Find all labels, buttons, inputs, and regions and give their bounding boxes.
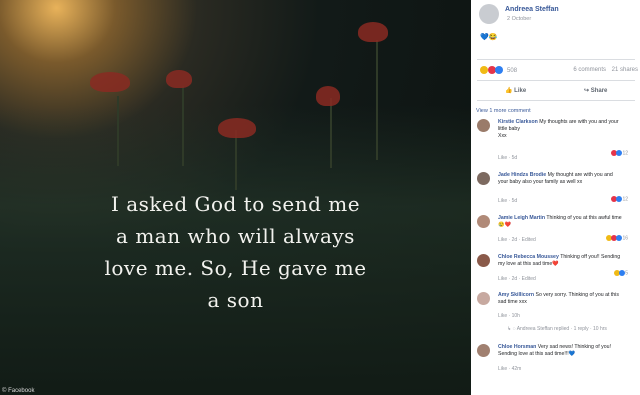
post-side-panel: Andreea Steffan 2 October 💙😂 508 6 comme… <box>471 0 640 395</box>
commenter-name[interactable]: Amy Skillicorn <box>498 292 534 298</box>
poppy-flower <box>316 86 340 106</box>
share-label: Share <box>590 88 608 94</box>
comment-body: Kirstie Clarkson My thoughts are with yo… <box>498 119 622 141</box>
reaction-count: 12 <box>622 150 628 157</box>
image-credit: © Facebook <box>2 388 35 394</box>
like-button[interactable]: 👍 Like <box>505 87 526 94</box>
poppy-flower <box>218 118 256 138</box>
reply-summary: Andreea Steffan replied · 1 reply · 10 h… <box>516 326 607 332</box>
poppy-flower <box>166 70 192 88</box>
commenter-avatar[interactable] <box>477 215 490 228</box>
comment-meta[interactable]: Like · 10h <box>498 313 520 319</box>
commenter-avatar[interactable] <box>477 172 490 185</box>
comment-body: Jamie Leigh Martin Thinking of you at th… <box>498 215 622 229</box>
divider <box>477 100 635 101</box>
post-date[interactable]: 2 October <box>507 16 531 22</box>
poppy-flower <box>90 72 130 92</box>
poppy-flower <box>358 22 388 42</box>
reaction-count: 12 <box>622 196 628 203</box>
commenter-avatar[interactable] <box>477 119 490 132</box>
comment-reactions[interactable]: 12 <box>611 150 628 156</box>
comment-body: Chloe Horsman Very sad news! Thinking of… <box>498 344 622 358</box>
comment-body: Amy Skillicorn So very sorry. Thinking o… <box>498 292 622 306</box>
quote-text: I asked God to send me a man who will al… <box>104 192 367 312</box>
commenter-name[interactable]: Chloe Rebecca Moussey <box>498 254 559 260</box>
reaction-count: 16 <box>622 235 628 242</box>
share-button[interactable]: ↪ Share <box>584 87 607 94</box>
comments-count[interactable]: 6 comments <box>573 67 606 73</box>
comment-reactions[interactable]: 5 <box>613 270 628 277</box>
comment-body: Jade Hindzs Brodie My thought are with y… <box>498 172 622 186</box>
stem <box>235 130 237 190</box>
commenter-name[interactable]: Kirstie Clarkson <box>498 119 538 125</box>
comment-body: Chloe Rebecca Moussey Thinking off you!!… <box>498 254 622 268</box>
post-header: Andreea Steffan 2 October <box>471 0 640 24</box>
like-reaction-icon <box>618 270 625 276</box>
commenter-name[interactable]: Chloe Horsman <box>498 344 536 350</box>
comment-reactions[interactable]: 16 <box>606 235 628 241</box>
like-reaction-icon <box>495 66 504 74</box>
thumbs-up-icon: 👍 <box>505 88 513 94</box>
commenter-name[interactable]: Jade Hindzs Brodie <box>498 172 546 178</box>
divider <box>477 80 635 81</box>
reaction-count: 5 <box>625 270 628 277</box>
comment-meta[interactable]: Like · 42m <box>498 366 521 372</box>
divider <box>477 59 635 60</box>
share-arrow-icon: ↪ <box>584 88 590 94</box>
stem <box>330 98 332 168</box>
commenter-avatar[interactable] <box>477 344 490 357</box>
stem <box>117 96 119 166</box>
commenter-name[interactable]: Jamie Leigh Martin <box>498 215 545 221</box>
reactions-count[interactable]: 508 <box>507 68 517 74</box>
haha-reaction-icon <box>480 66 488 74</box>
like-label: Like <box>514 88 527 94</box>
comment-meta[interactable]: Like · 2d · Edited <box>498 276 536 282</box>
view-more-comments-link[interactable]: View 1 more comment <box>476 108 531 114</box>
comment-meta[interactable]: Like · 2d · Edited <box>498 237 536 243</box>
post-photo[interactable]: I asked God to send me a man who will al… <box>0 0 471 395</box>
comment-meta[interactable]: Like · 5d <box>498 198 517 204</box>
comment-reactions[interactable]: 12 <box>611 196 628 202</box>
reply-thread-link[interactable]: ↳ ◌ Andreea Steffan replied · 1 reply · … <box>507 326 607 332</box>
commenter-avatar[interactable] <box>477 292 490 305</box>
comment-meta[interactable]: Like · 5d <box>498 155 517 161</box>
post-text: 💙😂 <box>480 34 498 41</box>
reactions-bar[interactable]: 508 6 comments 21 shares <box>480 66 638 78</box>
stem <box>182 86 184 166</box>
author-name[interactable]: Andreea Steffan <box>505 6 559 13</box>
screenshot: I asked God to send me a man who will al… <box>0 0 640 395</box>
author-avatar[interactable] <box>479 4 499 24</box>
reply-arrow-icon: ↳ ◌ <box>507 326 516 332</box>
shares-count[interactable]: 21 shares <box>612 67 638 73</box>
commenter-avatar[interactable] <box>477 254 490 267</box>
post-actions: 👍 Like ↪ Share <box>471 84 640 98</box>
comment-extra: Xxx <box>498 133 507 140</box>
stem <box>376 40 378 160</box>
